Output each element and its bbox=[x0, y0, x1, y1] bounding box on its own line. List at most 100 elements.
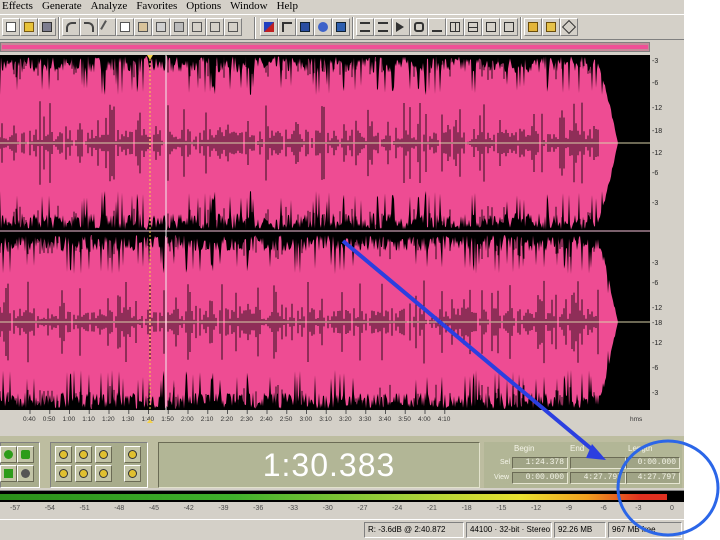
record-button[interactable] bbox=[17, 465, 34, 482]
db-label: -3 bbox=[652, 390, 658, 397]
zoom-in-vertical-button[interactable] bbox=[124, 446, 141, 463]
play-list-icon bbox=[378, 22, 388, 32]
menu-options[interactable]: Options bbox=[183, 0, 227, 13]
cue-list-button[interactable] bbox=[356, 18, 374, 36]
help-icon bbox=[561, 19, 577, 35]
view-length-field[interactable]: 4:27.797 bbox=[626, 472, 680, 484]
timeline-label: 3:30 bbox=[359, 416, 372, 423]
folder-icon bbox=[528, 22, 538, 32]
waveform-button[interactable] bbox=[224, 18, 242, 36]
zoom-out-vertical-button[interactable] bbox=[124, 465, 141, 482]
zoom-out-horizontal-button[interactable] bbox=[75, 446, 92, 463]
toolbar-separator bbox=[352, 17, 354, 39]
sel-begin-field[interactable]: 1:24.378 bbox=[512, 457, 568, 469]
zoom-selection-button[interactable] bbox=[95, 465, 112, 482]
menu-window[interactable]: Window bbox=[227, 0, 273, 13]
timeline-label: 2:00 bbox=[181, 416, 194, 423]
zoom-in-horizontal-button[interactable] bbox=[55, 446, 72, 463]
multitrack-icon bbox=[300, 22, 310, 32]
db-label: -3 bbox=[652, 260, 658, 267]
meter-scale-label: -21 bbox=[426, 505, 437, 512]
play-from-cursor-button[interactable] bbox=[0, 446, 17, 463]
channels: Stereo bbox=[526, 525, 551, 534]
tile-horizontal-button[interactable] bbox=[464, 18, 482, 36]
timeline-label: 2:30 bbox=[240, 416, 253, 423]
sel-length-field[interactable]: 0:00.000 bbox=[626, 457, 680, 469]
meter-scale-label: -33 bbox=[287, 505, 299, 512]
metronome-button[interactable] bbox=[500, 18, 518, 36]
multitrack-view-button[interactable] bbox=[296, 18, 314, 36]
length-header: Length bbox=[628, 444, 653, 453]
cascade-icon bbox=[486, 22, 496, 32]
timeline-label: 3:10 bbox=[319, 416, 332, 423]
play-list-button[interactable] bbox=[374, 18, 392, 36]
new-file-button[interactable] bbox=[2, 18, 20, 36]
current-time: 1:30.383 bbox=[262, 447, 396, 483]
db-label: -12 bbox=[652, 305, 662, 312]
cd-view-button[interactable] bbox=[314, 18, 332, 36]
silence-button[interactable] bbox=[206, 18, 224, 36]
loop-play-button[interactable] bbox=[17, 446, 34, 463]
paste-button[interactable] bbox=[134, 18, 152, 36]
waveform-overview-bar[interactable] bbox=[0, 42, 650, 52]
sel-end-field[interactable] bbox=[570, 457, 626, 469]
db-label: -18 bbox=[652, 128, 662, 135]
paste-mix-button[interactable] bbox=[152, 18, 170, 36]
timeline-label: 2:20 bbox=[221, 416, 234, 423]
cascade-button[interactable] bbox=[482, 18, 500, 36]
edit-view-button[interactable] bbox=[278, 18, 296, 36]
bit-depth: 32-bit bbox=[499, 525, 520, 534]
waveform-view-button[interactable] bbox=[260, 18, 278, 36]
copy-icon bbox=[120, 22, 130, 32]
script-button[interactable] bbox=[542, 18, 560, 36]
menu-analyze[interactable]: Analyze bbox=[88, 0, 134, 13]
go-to-end-button[interactable] bbox=[0, 465, 17, 482]
waveform-view-icon bbox=[228, 22, 238, 32]
zoom-out-vertical-icon bbox=[128, 469, 137, 478]
undo-button[interactable] bbox=[62, 18, 80, 36]
go-to-end-icon bbox=[4, 469, 13, 478]
copy-button[interactable] bbox=[116, 18, 134, 36]
overview-range bbox=[2, 45, 648, 49]
status-bar: R: -3.6dB @ 2:40.872 44100 · 32-bit · St… bbox=[0, 519, 684, 540]
zoom-left-button[interactable] bbox=[55, 465, 72, 482]
timeline-label: 0:50 bbox=[43, 416, 56, 423]
menu-favorites[interactable]: Favorites bbox=[133, 0, 183, 13]
timeline-label: 3:20 bbox=[339, 416, 352, 423]
mute-button[interactable] bbox=[188, 18, 206, 36]
play-icon bbox=[396, 22, 404, 32]
zoom-selection-icon bbox=[99, 469, 108, 478]
cut-icon bbox=[100, 20, 114, 34]
timeline-label: 3:40 bbox=[379, 416, 392, 423]
menu-effects[interactable]: Effects bbox=[0, 0, 39, 13]
zoom-full-button[interactable] bbox=[95, 446, 112, 463]
loop-button[interactable] bbox=[410, 18, 428, 36]
spectral-button[interactable] bbox=[332, 18, 350, 36]
redo-button[interactable] bbox=[80, 18, 98, 36]
record-icon bbox=[21, 469, 30, 478]
view-begin-field[interactable]: 0:00.000 bbox=[512, 472, 568, 484]
spectral-view-icon bbox=[264, 22, 274, 32]
meter-scale-label: -39 bbox=[218, 505, 229, 512]
view-end-field[interactable]: 4:27.797 bbox=[570, 472, 626, 484]
waveform-display[interactable]: -3 -6 -12 -18 -12 -6 -3 -3 -6 -12 -18 -12 -6 -3 0:40 0… bbox=[0, 55, 684, 425]
waveform-canvas[interactable]: -3 -6 -12 -18 -12 -6 -3 -3 -6 -12 -18 -12 -6 -3 0:40 0… bbox=[0, 55, 684, 425]
cut-button[interactable] bbox=[98, 18, 116, 36]
play-button[interactable] bbox=[392, 18, 410, 36]
open-file-button[interactable] bbox=[20, 18, 38, 36]
menu-generate[interactable]: Generate bbox=[39, 0, 88, 13]
zoom-right-button[interactable] bbox=[75, 465, 92, 482]
folder-button[interactable] bbox=[524, 18, 542, 36]
meter-scale-label: -9 bbox=[565, 505, 573, 512]
save-button[interactable] bbox=[38, 18, 56, 36]
trim-button[interactable] bbox=[170, 18, 188, 36]
tile-button[interactable] bbox=[446, 18, 464, 36]
meter-scale-label: -30 bbox=[322, 505, 333, 512]
help-button[interactable] bbox=[560, 18, 578, 36]
frequency-button[interactable] bbox=[428, 18, 446, 36]
menu-help[interactable]: Help bbox=[274, 0, 304, 13]
trim-icon bbox=[174, 22, 184, 32]
meter-scale-label: -24 bbox=[392, 505, 403, 512]
zoom-in-vertical-icon bbox=[128, 450, 137, 459]
sample-rate: 44100 bbox=[470, 525, 493, 534]
